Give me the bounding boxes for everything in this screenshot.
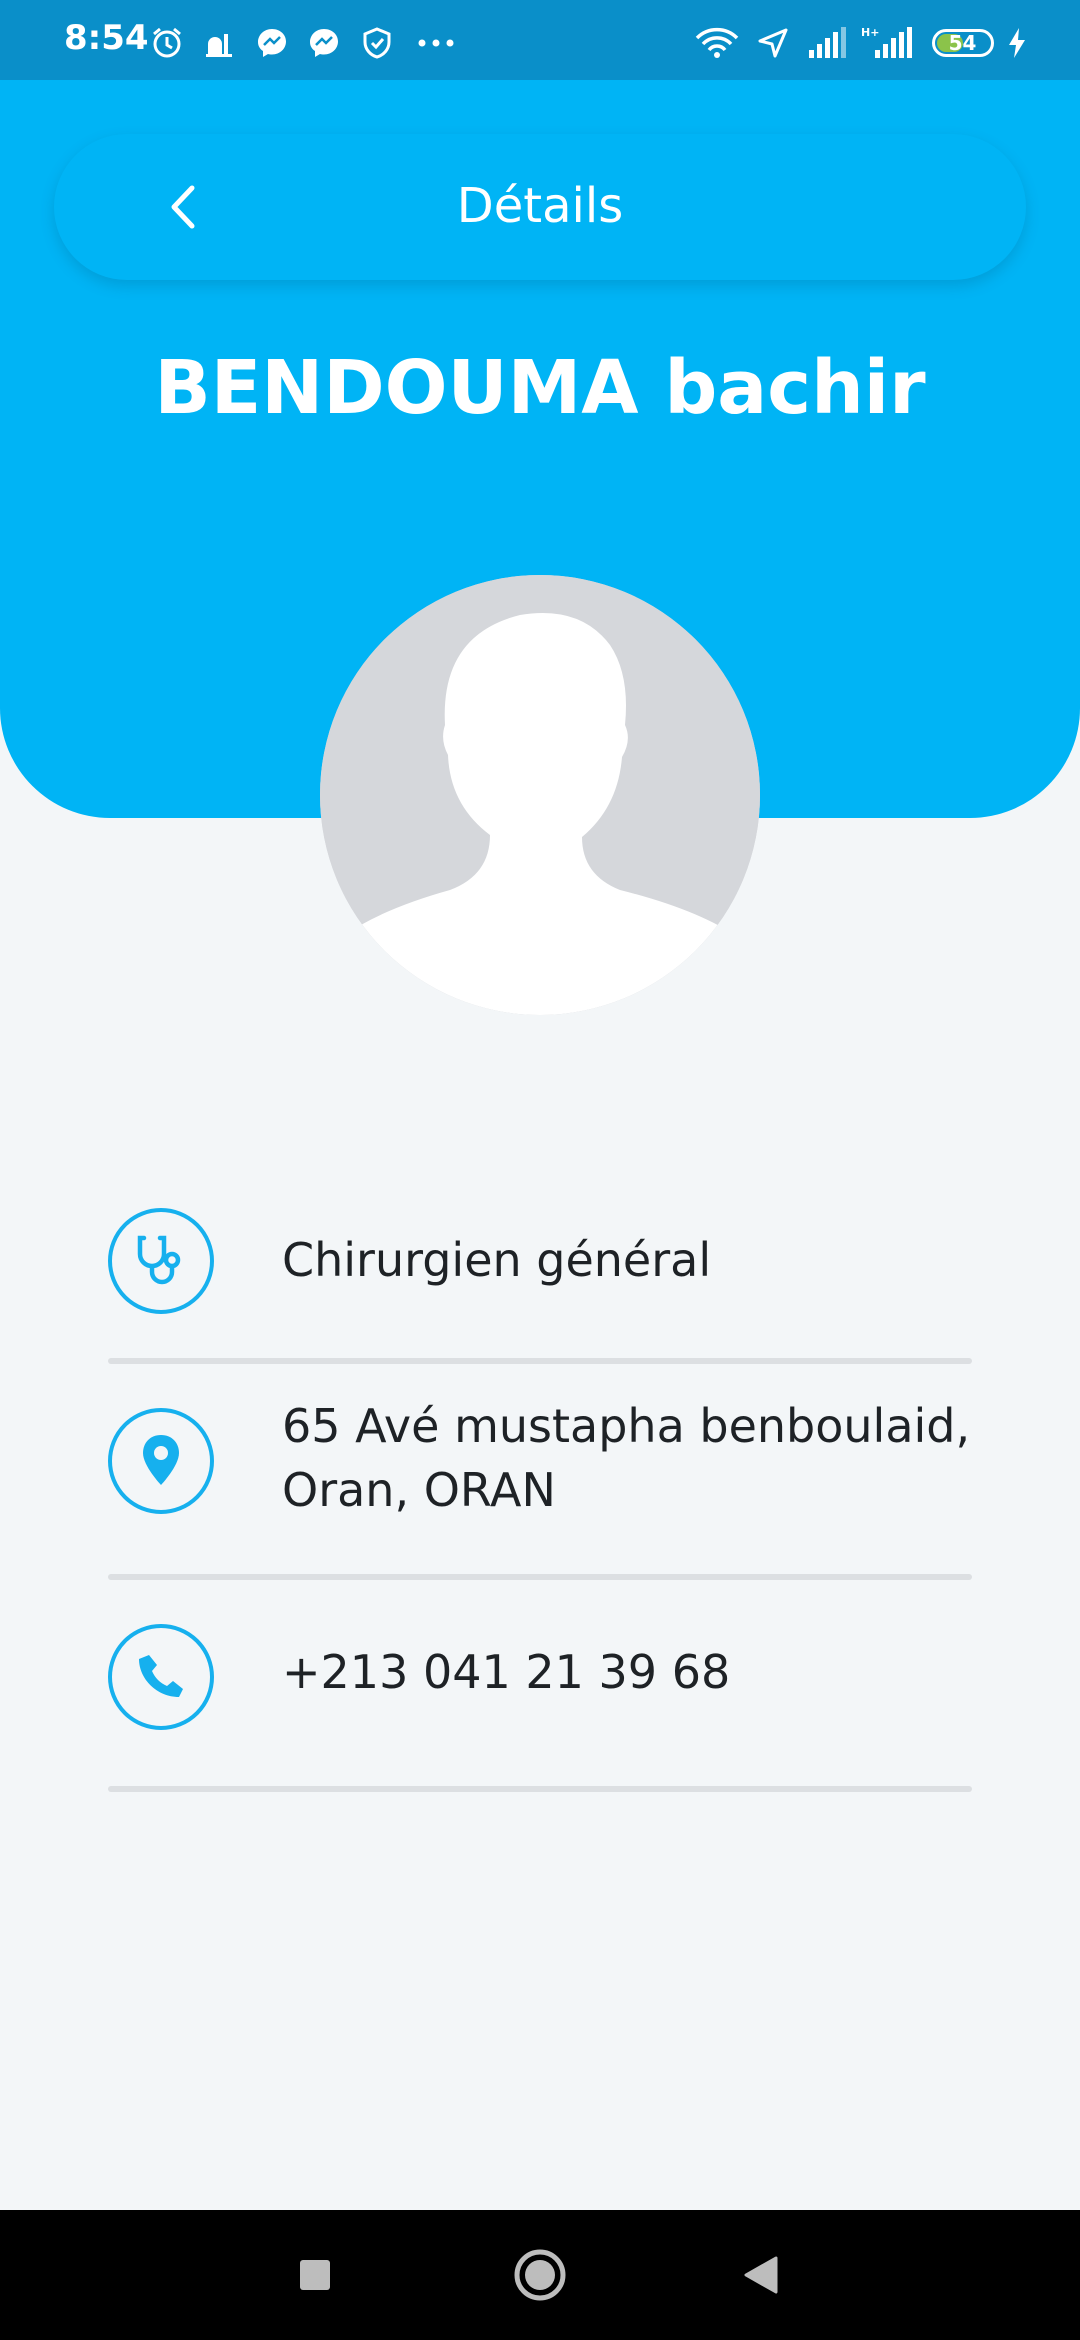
phone-text[interactable]: +213 041 21 39 68: [282, 1640, 730, 1704]
doctor-name: BENDOUMA bachir: [154, 345, 926, 431]
specialty-icon-circle: [108, 1208, 214, 1314]
stethoscope-icon: [137, 1235, 181, 1285]
more-dots-icon: [418, 39, 454, 47]
mosque-icon: [206, 34, 233, 57]
specialty-text: Chirurgien général: [282, 1233, 712, 1287]
address-text: 65 Avé mustapha benboulaid, Oran, ORAN: [282, 1394, 970, 1522]
location-arrow-icon: [758, 28, 788, 58]
recent-apps-button[interactable]: [270, 2210, 360, 2340]
back-triangle-icon: [744, 2256, 778, 2294]
specialty-row: Chirurgien général: [108, 1190, 972, 1370]
recent-apps-icon: [300, 2260, 330, 2290]
divider: [108, 1786, 972, 1792]
avatar: [320, 575, 760, 1015]
svg-text:H+: H+: [861, 26, 879, 39]
charging-icon: [1009, 28, 1025, 58]
default-avatar-silhouette-icon: [320, 575, 760, 1015]
system-navigation-bar: [0, 2210, 1080, 2340]
title-bar: Détails: [54, 134, 1026, 280]
phone-row[interactable]: +213 041 21 39 68: [108, 1624, 972, 1804]
location-pin-icon: [143, 1435, 179, 1485]
signal-icon: [808, 27, 846, 58]
page-title: Détails: [456, 178, 624, 234]
divider: [108, 1574, 972, 1580]
address-icon-circle: [108, 1408, 214, 1514]
status-system-icons: H+ 54: [694, 26, 1028, 60]
address-line-2: Oran, ORAN: [282, 1463, 556, 1517]
shield-icon: [363, 27, 391, 59]
status-notification-icons: [150, 26, 456, 60]
alarm-icon: [153, 27, 181, 58]
battery-level-text: 54: [948, 31, 977, 55]
messenger-icon: [257, 29, 286, 57]
home-icon: [514, 2249, 566, 2301]
signal-h-plus-icon: H+: [861, 26, 913, 58]
phone-icon-circle: [108, 1624, 214, 1730]
address-line-1: 65 Avé mustapha benboulaid,: [282, 1399, 971, 1453]
divider: [108, 1358, 972, 1364]
home-button[interactable]: [495, 2210, 585, 2340]
messenger-icon: [310, 29, 339, 57]
address-row: 65 Avé mustapha benboulaid, Oran, ORAN: [108, 1399, 972, 1588]
status-bar: 8:54 H+ 54: [0, 0, 1080, 80]
nav-back-button[interactable]: [716, 2210, 806, 2340]
wifi-icon: [695, 27, 738, 58]
battery-icon: 54: [931, 29, 994, 57]
status-time: 8:54: [64, 18, 149, 58]
phone-icon: [139, 1655, 183, 1697]
